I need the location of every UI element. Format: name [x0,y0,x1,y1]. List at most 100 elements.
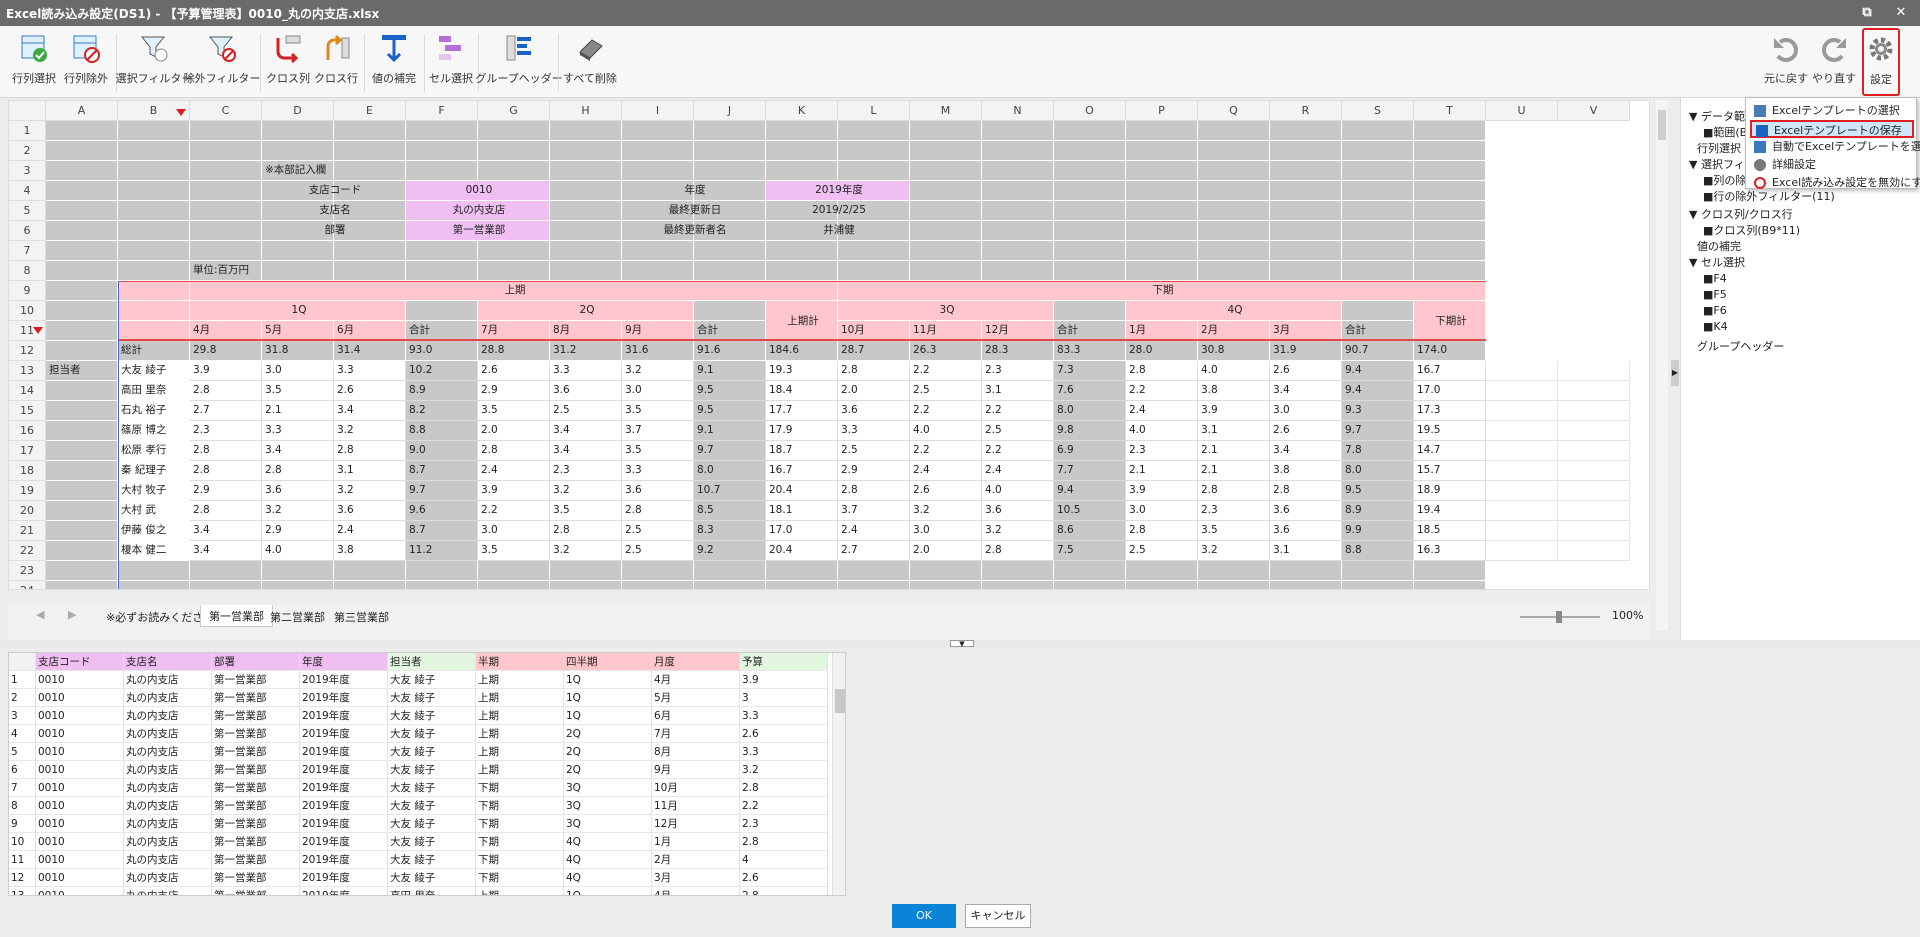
column-header: H [550,101,622,121]
menu-item-disable[interactable]: Excel読み込み設定を無効にする [1750,174,1920,192]
sheet-cell [550,561,622,581]
column-header: A [46,101,118,121]
sheet-cell-value: 3.2 [910,501,982,521]
cell-select-button[interactable]: セル選択 [428,32,474,94]
sheet-cell-value: 3.9 [1198,401,1270,421]
sheet-cell-value: 20.4 [766,541,838,561]
sheet-cell-value: 91.6 [694,341,766,361]
column-header: T [1414,101,1486,121]
sheet-cell-value: 2.8 [190,441,262,461]
sheet-cell-value: 29.8 [190,341,262,361]
select-filter-button[interactable]: 選択フィルター [116,32,192,94]
tree-item[interactable]: ■K4 [1703,320,1728,333]
sheet-cell [478,161,550,181]
row-header: 3 [9,161,46,181]
result-panel: 支店コード 支店名 部署 年度 担当者 半期 四半期 月度 予算 1 0010 丸の内支店 第一営業部 2… [0,648,1920,906]
menu-item-gear[interactable]: 詳細設定 [1750,156,1914,174]
exclude-filter-button[interactable]: 除外フィルター [184,32,260,94]
tab-sales1[interactable]: 第一営業部 [200,605,273,627]
sheet-cell [118,261,190,281]
undo-button[interactable]: 元に戻す [1764,32,1808,94]
tab-sales2[interactable]: 第二営業部 [270,609,325,625]
tab-readme[interactable]: ※必ずお読みください [106,609,214,625]
sheet-cell [190,561,262,581]
sheet-cell-value: 2.4 [838,521,910,541]
sheet-cell [982,261,1054,281]
ok-button[interactable]: OK [892,904,956,928]
sheet-cell [262,581,334,589]
sheet-cell-value: 3.2 [550,481,622,501]
header-cell [118,281,190,301]
sheet-cell [406,561,478,581]
sheet-cell-value: 3.2 [262,501,334,521]
row-column-select-button[interactable]: 行列選択 [12,32,56,94]
menu-item-save[interactable]: Excelテンプレートの保存 [1750,120,1914,138]
tree-item[interactable]: ■範囲(B [1703,124,1747,140]
result-scrollbar[interactable] [832,653,845,895]
tree-item[interactable]: 値の補完 [1697,238,1741,254]
tab-next-icon[interactable]: ▶ [68,608,76,621]
spreadsheet[interactable]: A B C D E F G H I J K L M N O P Q R S T U V 1 2 3 4 5 6 7 8 9 10 11 12 13 1… [8,100,1650,590]
cancel-button[interactable]: キャンセル [965,904,1031,928]
tree-item[interactable]: ▼ クロス列/クロス行 [1689,206,1793,222]
sheet-cell-value: 最終更新者名 [622,221,766,241]
sheet-cell [838,241,910,261]
result-cell: 丸の内支店 [124,851,212,869]
close-icon[interactable]: ✕ [1890,3,1912,23]
sheet-cell [190,201,262,221]
sheet-cell [478,261,550,281]
sheet-cell-value: 30.8 [1198,341,1270,361]
sheet-cell-value: 2.8 [1198,481,1270,501]
value-fill-button[interactable]: 値の補完 [370,32,418,94]
tree-item[interactable]: ■F4 [1703,272,1727,285]
sheet-cell-value: 年度 [622,181,766,201]
dialog-footer: OK キャンセル [0,902,1920,937]
splitter[interactable]: ▼ [0,640,1920,648]
sheet-cell [1198,581,1270,589]
result-cell: 2.8 [740,833,828,851]
tree-item[interactable]: ■F5 [1703,288,1727,301]
sheet-cell-value: 20.4 [766,481,838,501]
tree-item[interactable]: ■F6 [1703,304,1727,317]
delete-all-button[interactable]: すべて削除 [563,32,617,94]
menu-item-label: Excel読み込み設定を無効にする [1772,176,1920,189]
row-header: 20 [9,501,46,521]
redo-button[interactable]: やり直す [1812,32,1856,94]
result-cell: 丸の内支店 [124,689,212,707]
result-cell: 大友 綾子 [388,833,476,851]
sheet-cell-value: 3.1 [982,381,1054,401]
horizontal-scrollbar[interactable] [8,630,1650,640]
menu-item-auto-select[interactable]: 自動でExcelテンプレートを選択 [1750,138,1920,156]
sheet-cell-value: 秦 紀理子 [118,461,190,481]
vertical-scrollbar[interactable] [1656,100,1668,630]
sheet-cell [1126,181,1198,201]
cross-row-button[interactable]: クロス行 [314,32,358,94]
sheet-cell-value: 3.2 [982,521,1054,541]
sheet-cell [910,241,982,261]
row-column-exclude-button[interactable]: 行列除外 [64,32,108,94]
disable-icon [1754,177,1766,189]
sheet-cell [406,581,478,589]
tab-prev-icon[interactable]: ◀ [36,608,44,621]
tree-item[interactable]: 行列選択 [1697,140,1741,156]
menu-item-template-select[interactable]: Excelテンプレートの選択 [1750,102,1914,120]
result-cell: 4月 [652,887,740,895]
tab-sales3[interactable]: 第三営業部 [334,609,389,625]
sheet-cell-value: 2.8 [838,481,910,501]
cross-column-button[interactable]: クロス列 [266,32,310,94]
sheet-cell [118,221,190,241]
result-cell: 0010 [36,725,124,743]
group-header-button[interactable]: グループヘッダー [475,32,563,94]
sheet-cell [1486,481,1558,501]
tree-item[interactable]: グループヘッダー [1697,338,1784,354]
restore-icon[interactable]: ⧉ [1856,3,1878,23]
result-cell: 4Q [564,869,652,887]
tree-item[interactable]: ▼ セル選択 [1689,254,1745,270]
tree-item[interactable]: ■クロス列(B9*11) [1703,222,1800,238]
result-cell: 5月 [652,689,740,707]
sheet-cell-value: 2.8 [262,461,334,481]
sheet-cell-value: 1Q [190,301,406,321]
panel-collapse-icon[interactable]: ▶ [1671,360,1679,386]
settings-button[interactable]: 設定 [1862,28,1900,96]
zoom-slider-thumb[interactable] [1556,611,1562,623]
